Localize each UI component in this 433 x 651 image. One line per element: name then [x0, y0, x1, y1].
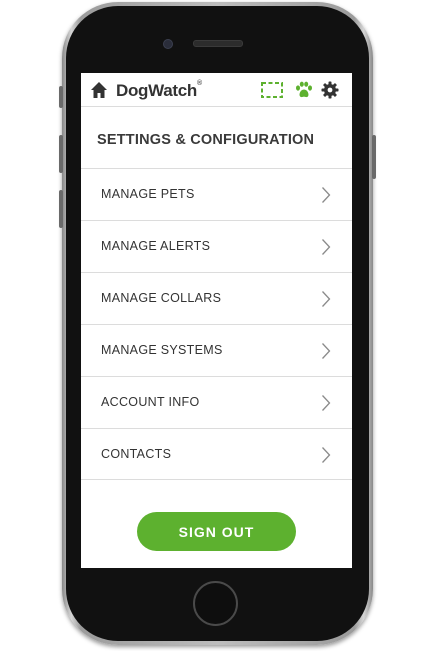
brand-name: DogWatch — [116, 81, 198, 100]
home-icon[interactable] — [90, 81, 108, 99]
scan-icon[interactable] — [261, 82, 283, 98]
brand-logo: DogWatch® — [116, 80, 202, 101]
menu-item-manage-systems[interactable]: MANAGE SYSTEMS — [81, 324, 352, 376]
mute-switch — [59, 86, 63, 108]
chevron-right-icon — [322, 291, 331, 307]
menu-item-account-info[interactable]: ACCOUNT INFO — [81, 376, 352, 428]
app-screen: DogWatch® SETTINGS & CONFIGURATION MANAG… — [81, 73, 352, 568]
menu-item-manage-pets[interactable]: MANAGE PETS — [81, 168, 352, 220]
volume-up-button — [59, 135, 63, 173]
page-title: SETTINGS & CONFIGURATION — [97, 132, 315, 148]
menu-item-manage-alerts[interactable]: MANAGE ALERTS — [81, 220, 352, 272]
front-camera — [163, 39, 173, 49]
settings-menu: MANAGE PETS MANAGE ALERTS MANAGE COLLARS… — [81, 168, 352, 480]
menu-item-contacts[interactable]: CONTACTS — [81, 428, 352, 480]
chevron-right-icon — [322, 239, 331, 255]
chevron-right-icon — [322, 447, 331, 463]
volume-down-button — [59, 190, 63, 228]
menu-item-manage-collars[interactable]: MANAGE COLLARS — [81, 272, 352, 324]
menu-item-label: MANAGE COLLARS — [101, 291, 222, 305]
menu-item-label: MANAGE SYSTEMS — [101, 343, 223, 357]
paw-icon[interactable] — [295, 81, 313, 99]
app-header: DogWatch® — [81, 73, 352, 107]
gear-icon[interactable] — [321, 81, 339, 99]
menu-item-label: MANAGE ALERTS — [101, 239, 211, 253]
chevron-right-icon — [322, 343, 331, 359]
registered-mark: ® — [197, 80, 202, 87]
sign-out-button[interactable]: SIGN OUT — [137, 512, 296, 551]
menu-item-label: MANAGE PETS — [101, 187, 195, 201]
chevron-right-icon — [322, 395, 331, 411]
phone-home-button — [193, 581, 238, 626]
power-button — [372, 135, 376, 179]
earpiece-speaker — [193, 40, 243, 47]
menu-item-label: ACCOUNT INFO — [101, 395, 200, 409]
menu-item-label: CONTACTS — [101, 447, 172, 461]
chevron-right-icon — [322, 187, 331, 203]
